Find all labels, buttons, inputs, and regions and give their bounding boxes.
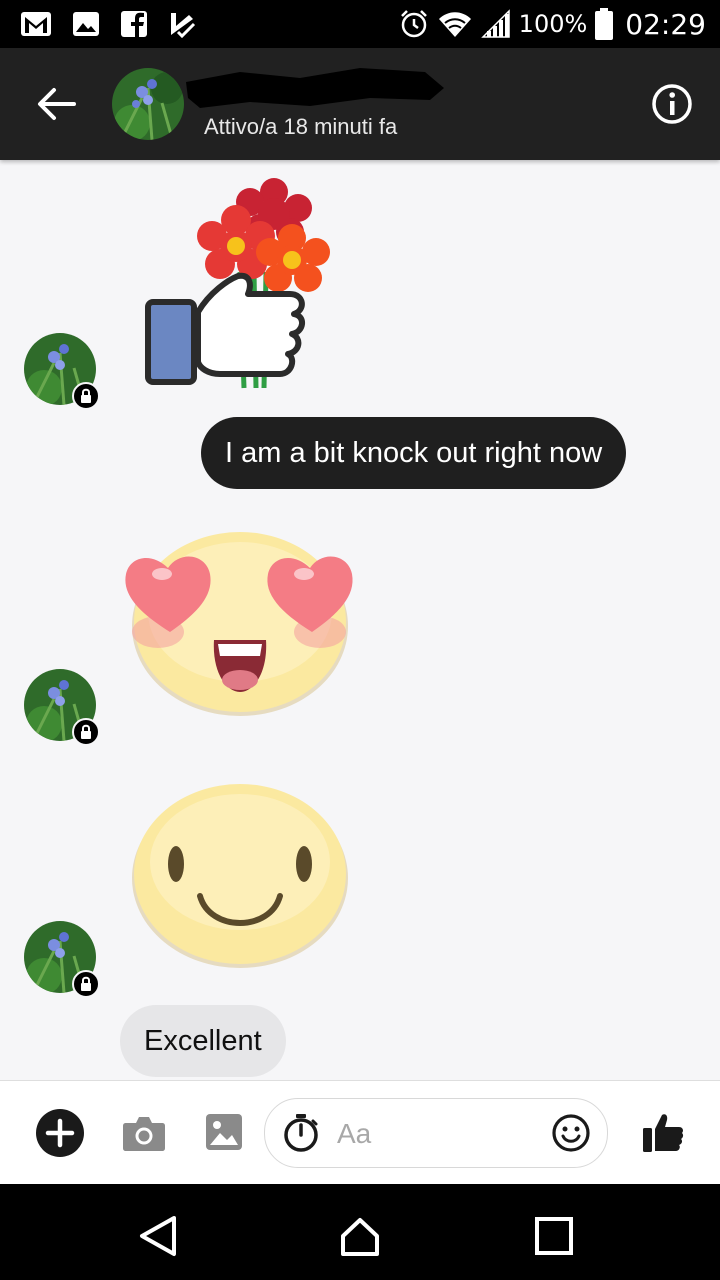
plus-icon[interactable] — [36, 1109, 84, 1157]
nav-recents-icon[interactable] — [532, 1214, 576, 1258]
arrow-back-icon[interactable] — [34, 84, 78, 124]
gmail-icon — [21, 12, 51, 36]
conversation-header: Attivo/a 18 minuti fa — [0, 48, 720, 160]
message-list[interactable]: I am a bit knock out right now Excellent — [0, 160, 720, 1080]
lock-icon — [72, 970, 100, 998]
lock-icon — [72, 382, 100, 410]
nav-home-icon[interactable] — [338, 1214, 382, 1258]
thumbs-up-flowers-sticker[interactable] — [140, 172, 340, 394]
gallery-icon — [73, 12, 99, 36]
message-input[interactable] — [335, 1113, 539, 1155]
battery-percent: 100% — [518, 10, 588, 38]
nav-back-icon[interactable] — [136, 1214, 180, 1258]
emoji-icon[interactable] — [551, 1113, 591, 1153]
alarm-icon — [400, 10, 427, 38]
smile-sticker[interactable] — [128, 774, 352, 970]
heart-eyes-sticker[interactable] — [118, 522, 362, 722]
battery-icon — [595, 8, 614, 40]
camera-icon[interactable] — [122, 1113, 166, 1153]
info-icon[interactable] — [650, 82, 694, 126]
timer-icon[interactable] — [281, 1113, 321, 1153]
redacted-name — [186, 68, 444, 108]
active-status: Attivo/a 18 minuti fa — [204, 114, 398, 139]
outgoing-message[interactable]: I am a bit knock out right now — [201, 417, 627, 489]
image-icon[interactable] — [205, 1113, 243, 1151]
incoming-message[interactable]: Excellent — [120, 1005, 286, 1077]
contact-avatar[interactable] — [112, 68, 184, 140]
like-icon[interactable] — [640, 1109, 686, 1155]
facebook-icon — [121, 11, 147, 38]
check-list-icon — [171, 13, 196, 38]
message-input-container[interactable] — [264, 1098, 608, 1168]
signal-icon — [480, 9, 510, 38]
status-bar: 100% 02:29 — [0, 0, 720, 48]
composer-bar — [0, 1080, 720, 1185]
system-nav-bar — [0, 1184, 720, 1280]
lock-icon — [72, 718, 100, 746]
clock: 02:29 — [625, 7, 706, 41]
wifi-icon — [438, 12, 471, 37]
